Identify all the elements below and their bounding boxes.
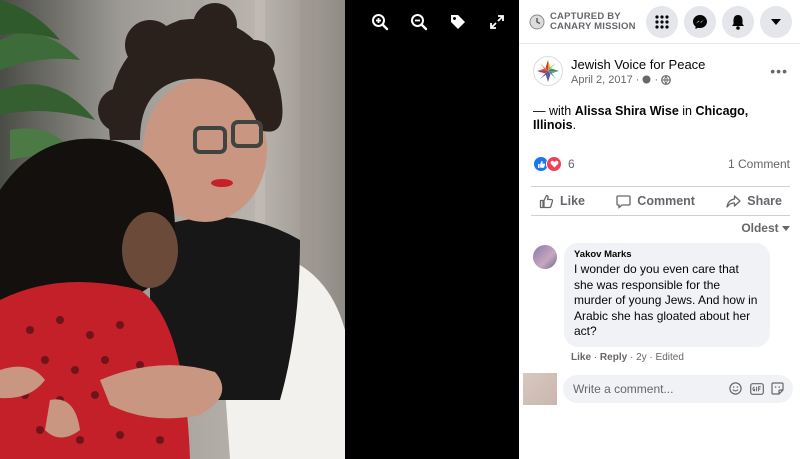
capture-text: CAPTURED BY CANARY MISSION	[550, 10, 636, 32]
chevron-down-icon	[782, 226, 790, 231]
edited-icon	[642, 75, 651, 84]
comment-sort-dropdown[interactable]: Oldest	[519, 216, 800, 235]
tag-icon[interactable]	[448, 12, 468, 32]
page-avatar[interactable]	[533, 56, 563, 86]
post-date-row: April 2, 2017 · ·	[571, 74, 705, 86]
comment-time[interactable]: 2y	[636, 352, 647, 363]
zoom-in-icon[interactable]	[370, 12, 390, 32]
composer-icons	[728, 381, 785, 396]
comment-meta-sep-2: ·	[629, 351, 634, 363]
reactions-bar: 6 1 Comment	[519, 132, 800, 174]
comment-edited: Edited	[655, 351, 684, 363]
reaction-icons[interactable]	[533, 156, 562, 172]
share-button[interactable]: Share	[718, 194, 790, 209]
more-options-icon[interactable]: •••	[770, 63, 788, 79]
notifications-icon[interactable]	[722, 5, 754, 38]
post-panel: CAPTURED BY CANARY MISSION Jewish Voice …	[519, 0, 800, 459]
viewer-toolbar	[370, 12, 507, 32]
clock-icon	[529, 14, 545, 29]
commenter-avatar[interactable]	[533, 245, 557, 269]
sort-label: Oldest	[741, 221, 779, 235]
zoom-out-icon[interactable]	[409, 12, 429, 32]
globe-icon[interactable]	[661, 74, 672, 85]
share-arrow-icon	[726, 194, 741, 208]
comment-bubble: Yakov Marks I wonder do you even care th…	[564, 243, 770, 347]
comment-text: I wonder do you even care that she was r…	[574, 262, 758, 338]
comment-like-link[interactable]: Like	[571, 352, 591, 363]
photo-viewer	[0, 0, 519, 459]
comment-reply-link[interactable]: Reply	[600, 352, 627, 363]
capture-watermark: CAPTURED BY CANARY MISSION	[529, 10, 636, 32]
top-bar: CAPTURED BY CANARY MISSION	[519, 0, 800, 44]
comment-input[interactable]	[573, 381, 728, 396]
fullscreen-icon[interactable]	[487, 12, 507, 32]
like-button-label: Like	[560, 194, 586, 208]
comment-author[interactable]: Yakov Marks	[574, 249, 760, 260]
menu-grid-icon[interactable]	[646, 5, 678, 38]
account-dropdown-icon[interactable]	[760, 5, 792, 38]
post-photo[interactable]	[0, 0, 345, 459]
post-date-sep: ·	[635, 73, 640, 86]
top-icons	[646, 5, 792, 38]
emoji-icon[interactable]	[728, 381, 743, 396]
post-date[interactable]: April 2, 2017	[571, 74, 633, 86]
comment-input-box[interactable]	[563, 374, 793, 403]
like-button[interactable]: Like	[531, 194, 593, 209]
current-user-avatar[interactable]	[523, 372, 557, 405]
post-date-sep-2: ·	[654, 73, 659, 86]
post-text: — with Alissa Shira Wise in Chicago, Ill…	[519, 86, 800, 132]
jvp-logo-icon	[537, 60, 559, 82]
gif-icon[interactable]	[749, 381, 764, 396]
sticker-icon[interactable]	[770, 381, 785, 396]
messenger-icon[interactable]	[684, 5, 716, 38]
tagged-person-link[interactable]: Alissa Shira Wise	[575, 104, 679, 118]
post-header: Jewish Voice for Peace April 2, 2017 · ·…	[519, 44, 800, 86]
comment-item: Yakov Marks I wonder do you even care th…	[519, 235, 800, 347]
love-reaction-icon	[546, 156, 562, 172]
comment-button[interactable]: Comment	[608, 194, 703, 209]
share-button-label: Share	[747, 194, 782, 208]
comment-bubble-icon	[616, 194, 631, 209]
comment-button-label: Comment	[637, 194, 695, 208]
photo-image	[0, 0, 345, 459]
comment-meta-sep-3: ·	[649, 351, 653, 363]
post-text-in: in	[678, 104, 696, 118]
comment-count[interactable]: 1 Comment	[728, 157, 790, 171]
post-text-suffix: .	[572, 118, 577, 132]
comment-composer	[519, 363, 800, 405]
comment-meta: Like · Reply · 2y · Edited	[519, 347, 800, 363]
comment-meta-sep: ·	[593, 351, 598, 363]
post-text-prefix: — with	[533, 104, 575, 118]
page-meta: Jewish Voice for Peace April 2, 2017 · ·	[571, 57, 705, 86]
thumbs-up-icon	[539, 194, 554, 208]
reaction-count[interactable]: 6	[568, 157, 575, 171]
post-actions: Like Comment Share	[531, 186, 790, 216]
page-name[interactable]: Jewish Voice for Peace	[571, 57, 705, 72]
